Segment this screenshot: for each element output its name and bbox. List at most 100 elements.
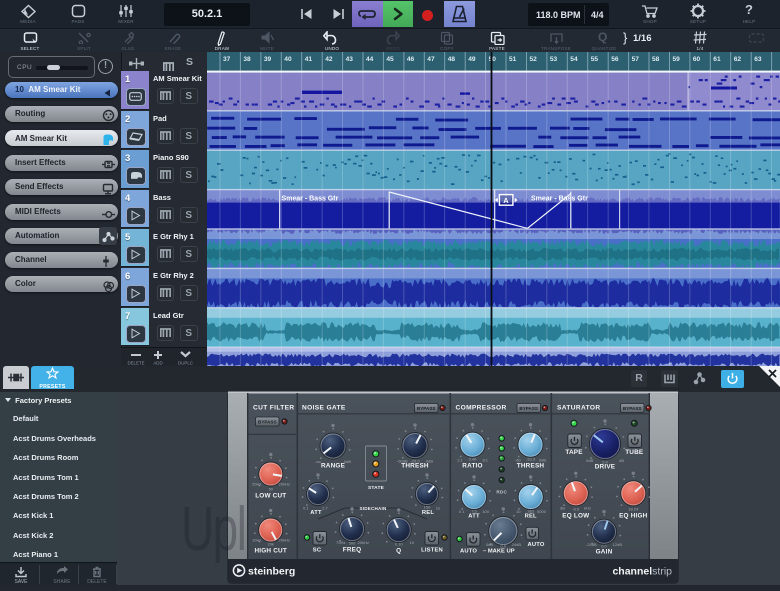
svg-text:Smear - Bass Gtr: Smear - Bass Gtr [282, 195, 339, 202]
svg-text:SAVE: SAVE [15, 579, 29, 585]
svg-text:DRIVE: DRIVE [595, 464, 616, 471]
svg-text:38: 38 [243, 56, 251, 63]
svg-text:TUBE: TUBE [625, 449, 644, 456]
svg-text:59: 59 [673, 56, 681, 63]
svg-text:55: 55 [591, 56, 599, 63]
svg-text:40: 40 [284, 56, 292, 63]
svg-text:AUTO: AUTO [460, 549, 477, 555]
svg-text:dB: dB [619, 458, 624, 463]
svg-text:10: 10 [516, 509, 521, 514]
svg-text:LISTEN: LISTEN [421, 548, 443, 554]
svg-text:18.24: 18.24 [628, 507, 639, 512]
svg-text:EQ LOW: EQ LOW [562, 513, 590, 520]
svg-text:53: 53 [550, 56, 558, 63]
svg-text:51: 51 [509, 56, 517, 63]
svg-text:52: 52 [530, 56, 538, 63]
svg-text:CUT FILTER: CUT FILTER [253, 405, 294, 412]
svg-text:-33.3: -33.3 [526, 457, 536, 462]
svg-text:43: 43 [346, 56, 354, 63]
svg-text:10: 10 [410, 540, 415, 545]
svg-text:SHARE: SHARE [53, 579, 71, 585]
svg-text:44: 44 [366, 56, 374, 63]
svg-text:LOW CUT: LOW CUT [255, 493, 286, 500]
svg-text:12dB: 12dB [613, 542, 623, 547]
svg-text:RDC: RDC [496, 490, 507, 495]
svg-text:0.1: 0.1 [303, 506, 309, 511]
svg-text:49: 49 [468, 56, 476, 63]
svg-text:46: 46 [407, 56, 415, 63]
svg-text:THRESH: THRESH [517, 463, 545, 470]
svg-text:100: 100 [482, 509, 489, 514]
svg-text:58: 58 [652, 56, 660, 63]
svg-text:0.10: 0.10 [395, 542, 404, 547]
svg-text:57: 57 [632, 56, 640, 63]
svg-text:steinberg: steinberg [248, 566, 295, 578]
svg-text:BYPASS: BYPASS [258, 420, 277, 425]
svg-text:60: 60 [693, 56, 701, 63]
svg-text:50: 50 [269, 487, 274, 492]
svg-text:45: 45 [386, 56, 394, 63]
svg-text:56: 56 [611, 56, 619, 63]
svg-text:39: 39 [264, 56, 272, 63]
svg-text:10Hz: 10Hz [252, 538, 261, 543]
svg-text:EQ HIGH: EQ HIGH [619, 513, 648, 520]
svg-text:RATIO: RATIO [462, 463, 482, 470]
svg-text:20kHz: 20kHz [358, 540, 369, 545]
svg-text:24dB: 24dB [512, 542, 522, 547]
svg-text:COMPRESSOR: COMPRESSOR [456, 405, 507, 412]
svg-text:150: 150 [424, 505, 431, 510]
svg-text:NOISE GATE: NOISE GATE [302, 405, 346, 412]
svg-text:20kHz: 20kHz [279, 538, 290, 543]
svg-text:0dB: 0dB [486, 542, 493, 547]
svg-text:48: 48 [448, 56, 456, 63]
svg-text:DELETE: DELETE [87, 579, 107, 585]
svg-text:AUTO: AUTO [527, 542, 544, 548]
svg-text:0dB: 0dB [586, 458, 593, 463]
svg-text:RANGE: RANGE [321, 463, 346, 470]
svg-text:-24dB: -24dB [586, 542, 597, 547]
svg-text:SATURATOR: SATURATOR [557, 405, 600, 412]
svg-text:20kHz: 20kHz [279, 482, 290, 487]
svg-text:61: 61 [713, 56, 721, 63]
svg-text:1s: 1s [436, 506, 440, 511]
svg-text:2.7: 2.7 [322, 506, 328, 511]
svg-text:37: 37 [223, 56, 231, 63]
svg-text:47: 47 [427, 56, 435, 63]
svg-text:Smear - Bass Gtr: Smear - Bass Gtr [531, 195, 588, 202]
svg-text:STATE: STATE [368, 485, 385, 491]
svg-text:BYPASS: BYPASS [623, 406, 642, 411]
svg-text:Q: Q [396, 548, 401, 555]
svg-text:50: 50 [489, 56, 497, 63]
svg-text:-0.6: -0.6 [572, 507, 580, 512]
svg-text:THRESH: THRESH [401, 463, 429, 470]
svg-text:REL: REL [525, 514, 537, 520]
svg-text:SIDECHAIN: SIDECHAIN [359, 506, 387, 511]
svg-text:8:1: 8:1 [482, 458, 488, 463]
svg-text:TAPE: TAPE [565, 449, 583, 456]
svg-text:41: 41 [305, 56, 313, 63]
svg-text:GAIN: GAIN [596, 549, 613, 556]
svg-text:ATT: ATT [468, 514, 480, 520]
svg-text:70Hz: 70Hz [336, 540, 345, 545]
svg-text:FREQ: FREQ [343, 547, 362, 554]
svg-text:HIGH CUT: HIGH CUT [254, 548, 287, 555]
svg-text:dB: dB [560, 506, 565, 511]
svg-text:42: 42 [325, 56, 333, 63]
svg-text:5000: 5000 [537, 509, 547, 514]
svg-text:SC: SC [313, 548, 322, 554]
svg-text:0.1: 0.1 [459, 509, 465, 514]
svg-text:20Hz: 20Hz [252, 482, 261, 487]
svg-text:62: 62 [734, 56, 742, 63]
svg-text:63: 63 [754, 56, 762, 63]
svg-text:500: 500 [349, 541, 356, 546]
svg-text:54: 54 [570, 56, 578, 63]
svg-text:ATT: ATT [310, 510, 322, 516]
svg-text:channelstrip: channelstrip [612, 566, 672, 578]
svg-text:REL: REL [422, 510, 434, 516]
svg-text:BYPASS: BYPASS [417, 406, 436, 411]
svg-text:BYPASS: BYPASS [519, 406, 538, 411]
svg-text:3.46: 3.46 [469, 457, 478, 462]
svg-text:20k: 20k [267, 542, 273, 547]
svg-text:– MAKE UP: – MAKE UP [483, 549, 515, 555]
svg-text:kHz: kHz [584, 506, 591, 511]
